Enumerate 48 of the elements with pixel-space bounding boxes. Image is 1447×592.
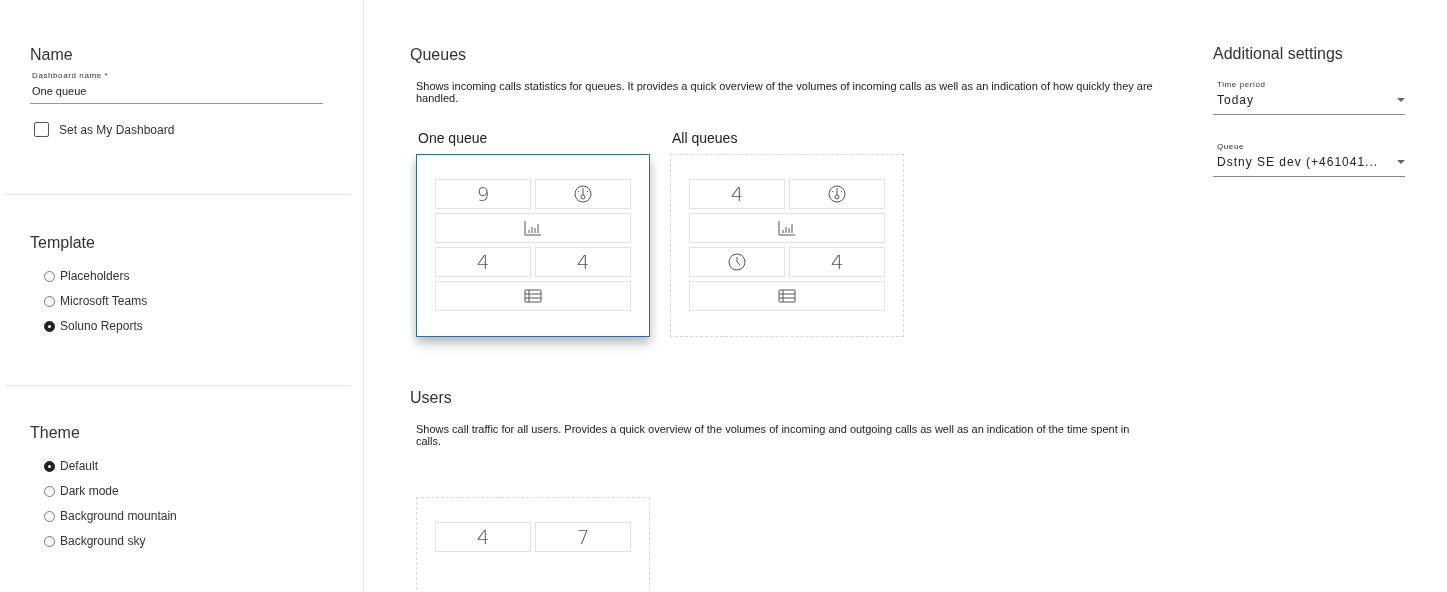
number-widget: 4 xyxy=(689,179,785,209)
dropdown-caret-icon xyxy=(1397,98,1405,102)
radio-label: Background mountain xyxy=(60,508,177,524)
radio-label: Placeholders xyxy=(60,268,130,284)
number-widget: 7 xyxy=(535,522,631,552)
bar-chart-icon xyxy=(524,220,542,236)
section-heading: Users xyxy=(410,388,453,408)
table-icon xyxy=(524,289,542,303)
dropdown-field[interactable]: Queue Dstny SE dev (+461041... xyxy=(1213,142,1405,177)
radio-button[interactable] xyxy=(44,535,55,547)
section-heading: Template xyxy=(30,233,96,253)
template-preview-card[interactable]: 4 4 xyxy=(670,154,904,337)
template-title: All queues xyxy=(672,130,739,147)
checkbox[interactable] xyxy=(34,122,49,137)
number-widget: 9 xyxy=(435,179,531,209)
number-widget: 4 xyxy=(435,247,531,277)
checkbox-label: Set as My Dashboard xyxy=(59,122,175,137)
radio-label: Soluno Reports xyxy=(60,318,143,334)
radio-label: Default xyxy=(60,458,99,474)
section-description: Shows call traffic for all users. Provides a quick overview of the volumes of incoming and outgoing calls as well as an indication of the time spent in calls. xyxy=(416,423,1131,447)
section-heading: Queues xyxy=(410,45,468,65)
clock-icon xyxy=(728,253,746,271)
number-widget: 4 xyxy=(535,247,631,277)
template-preview-card[interactable]: 9 4 4 xyxy=(416,154,650,337)
section-heading: Theme xyxy=(30,423,81,443)
section-description: Shows incoming calls statistics for queues. It provides a quick overview of the volumes of incoming calls as well as an indication of how quickly they are handled. xyxy=(416,80,1154,104)
bar-chart-icon xyxy=(778,220,796,236)
dropdown-caret-icon xyxy=(1397,160,1405,164)
table-icon xyxy=(778,289,796,303)
radio-button[interactable] xyxy=(44,320,55,332)
radio-button[interactable] xyxy=(44,510,55,522)
radio-button[interactable] xyxy=(44,460,55,472)
number-widget: 4 xyxy=(435,522,531,552)
section-heading: Additional settings xyxy=(1213,44,1344,64)
radio-label: Dark mode xyxy=(60,483,119,499)
radio-button[interactable] xyxy=(44,270,55,282)
gauge-icon xyxy=(574,185,592,203)
dropdown-field[interactable]: Time period Today xyxy=(1213,80,1405,115)
number-widget: 4 xyxy=(789,247,885,277)
radio-label: Background sky xyxy=(60,533,146,549)
radio-label: Microsoft Teams xyxy=(60,293,148,309)
gauge-icon xyxy=(828,185,846,203)
radio-button[interactable] xyxy=(44,485,55,497)
template-title: One queue xyxy=(418,130,489,147)
dashboard-name-field[interactable]: Dashboard name * One queue xyxy=(30,67,323,104)
radio-button[interactable] xyxy=(44,295,55,307)
section-heading: Name xyxy=(30,45,74,65)
template-preview-card[interactable]: 4 7 xyxy=(416,497,650,592)
